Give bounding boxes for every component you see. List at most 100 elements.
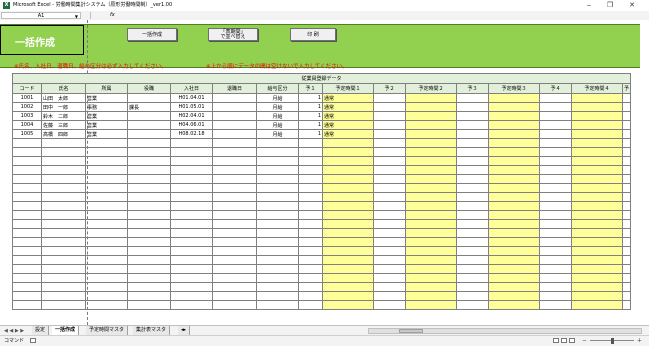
table-cell[interactable] [298, 138, 323, 148]
table-cell[interactable] [621, 138, 632, 148]
table-cell[interactable] [170, 300, 213, 310]
zoom-knob[interactable] [611, 338, 614, 344]
table-cell[interactable] [488, 174, 540, 184]
table-cell[interactable] [488, 201, 540, 211]
table-cell[interactable] [373, 291, 406, 301]
table-cell[interactable] [621, 183, 632, 193]
table-cell[interactable]: 1 [298, 93, 323, 103]
table-cell[interactable] [405, 174, 457, 184]
table-cell[interactable] [488, 147, 540, 157]
table-cell[interactable] [539, 255, 572, 265]
table-cell[interactable] [539, 111, 572, 121]
table-cell[interactable] [621, 111, 632, 121]
table-cell[interactable] [12, 273, 42, 283]
table-cell[interactable] [373, 93, 406, 103]
table-cell[interactable] [256, 165, 299, 175]
table-cell[interactable] [539, 156, 572, 166]
table-cell[interactable] [539, 183, 572, 193]
sort-by-period-button[interactable]: 「表期間」 で並べ替え [208, 28, 258, 41]
table-cell[interactable] [41, 156, 86, 166]
table-cell[interactable] [212, 237, 257, 247]
table-cell[interactable] [127, 201, 171, 211]
table-cell[interactable] [85, 138, 128, 148]
table-cell[interactable]: H08.02.18 [170, 129, 213, 139]
table-cell[interactable] [256, 147, 299, 157]
table-cell[interactable] [539, 192, 572, 202]
table-cell[interactable] [539, 210, 572, 220]
table-cell[interactable] [12, 138, 42, 148]
table-cell[interactable] [621, 282, 632, 292]
macro-record-icon[interactable] [30, 338, 36, 343]
table-cell[interactable] [405, 246, 457, 256]
table-cell[interactable] [405, 156, 457, 166]
table-cell[interactable] [621, 210, 632, 220]
table-cell[interactable] [12, 210, 42, 220]
table-cell[interactable] [298, 165, 323, 175]
table-cell[interactable] [127, 237, 171, 247]
table-cell[interactable] [12, 219, 42, 229]
print-button[interactable]: 印 刷 [290, 28, 336, 41]
table-cell[interactable] [571, 291, 623, 301]
table-cell[interactable] [373, 102, 406, 112]
table-cell[interactable] [456, 156, 489, 166]
table-cell[interactable] [85, 228, 128, 238]
table-cell[interactable] [322, 255, 374, 265]
table-cell[interactable] [539, 120, 572, 130]
table-cell[interactable] [256, 210, 299, 220]
restore-button[interactable]: ❐ [604, 1, 616, 10]
table-cell[interactable] [41, 255, 86, 265]
table-cell[interactable] [373, 192, 406, 202]
table-cell[interactable] [127, 156, 171, 166]
table-cell[interactable]: H01.05.01 [170, 102, 213, 112]
table-cell[interactable] [41, 210, 86, 220]
table-cell[interactable] [12, 228, 42, 238]
table-cell[interactable] [373, 273, 406, 283]
table-cell[interactable] [571, 201, 623, 211]
column-header[interactable]: 給与区分 [256, 83, 299, 94]
table-cell[interactable] [127, 210, 171, 220]
table-cell[interactable] [127, 138, 171, 148]
table-cell[interactable] [571, 165, 623, 175]
table-cell[interactable] [127, 165, 171, 175]
table-cell[interactable] [127, 291, 171, 301]
table-cell[interactable] [170, 165, 213, 175]
table-cell[interactable] [373, 300, 406, 310]
table-cell[interactable] [571, 183, 623, 193]
column-header[interactable]: 予定時間３ [488, 83, 540, 94]
column-header[interactable]: コード [12, 83, 42, 94]
table-cell[interactable] [212, 264, 257, 274]
table-cell[interactable]: 鈴木 二郎 [41, 111, 86, 121]
table-cell[interactable] [539, 129, 572, 139]
table-cell[interactable] [488, 156, 540, 166]
table-cell[interactable] [571, 192, 623, 202]
table-cell[interactable] [456, 273, 489, 283]
table-cell[interactable] [488, 192, 540, 202]
table-cell[interactable] [322, 219, 374, 229]
table-cell[interactable] [298, 183, 323, 193]
table-cell[interactable] [322, 300, 374, 310]
table-cell[interactable] [621, 192, 632, 202]
table-cell[interactable] [298, 174, 323, 184]
table-cell[interactable] [212, 255, 257, 265]
table-cell[interactable] [571, 237, 623, 247]
table-cell[interactable] [488, 120, 540, 130]
table-cell[interactable] [571, 273, 623, 283]
table-cell[interactable]: 佐藤 三郎 [41, 120, 86, 130]
table-cell[interactable] [170, 291, 213, 301]
table-cell[interactable] [571, 174, 623, 184]
table-cell[interactable] [12, 291, 42, 301]
table-cell[interactable] [85, 192, 128, 202]
table-cell[interactable] [456, 192, 489, 202]
column-header[interactable]: 予定時間４ [571, 83, 623, 94]
table-cell[interactable] [256, 237, 299, 247]
table-cell[interactable] [12, 156, 42, 166]
table-cell[interactable] [256, 138, 299, 148]
table-cell[interactable] [488, 183, 540, 193]
table-cell[interactable] [170, 273, 213, 283]
table-cell[interactable]: H02.04.01 [170, 111, 213, 121]
table-cell[interactable] [621, 219, 632, 229]
table-cell[interactable] [373, 183, 406, 193]
table-cell[interactable]: 通常 [322, 129, 374, 139]
table-cell[interactable] [539, 165, 572, 175]
table-cell[interactable]: 1005 [12, 129, 42, 139]
